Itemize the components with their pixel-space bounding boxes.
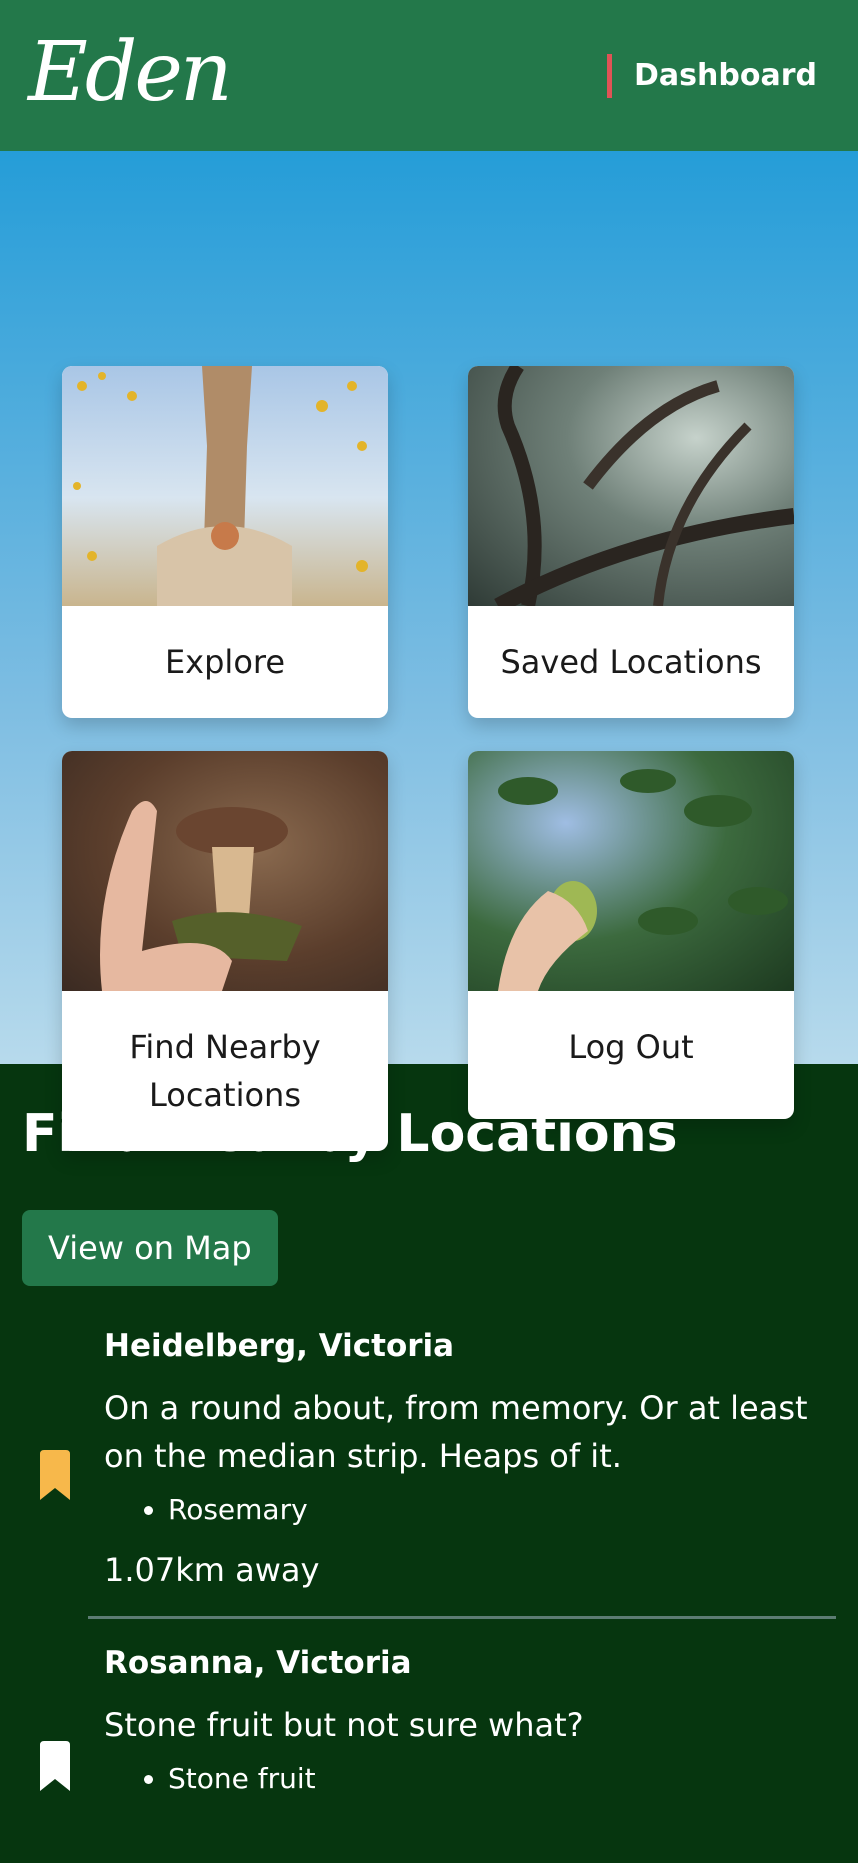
location-tag: Rosemary xyxy=(168,1490,836,1530)
dashboard-nav-link[interactable]: Dashboard xyxy=(607,53,817,98)
location-tags: Stone fruit xyxy=(104,1759,836,1799)
nav-accent-bar xyxy=(607,53,613,98)
dashboard-grid: Explore Saved Locations Find Nearby Loca… xyxy=(0,151,858,1151)
location-name: Heidelberg, Victoria xyxy=(104,1328,455,1364)
explore-card[interactable]: Explore xyxy=(62,366,388,718)
location-item[interactable]: Heidelberg, Victoria On a round about, f… xyxy=(22,1324,836,1616)
explore-image xyxy=(62,366,388,606)
location-distance: 1.07km away xyxy=(104,1551,320,1589)
nearby-section: Find Nearby Locations View on Map Heidel… xyxy=(0,1064,858,1799)
location-item[interactable]: Rosanna, Victoria Stone fruit but not su… xyxy=(22,1641,836,1799)
nearby-title: Find Nearby Locations xyxy=(22,1104,678,1164)
location-divider xyxy=(88,1616,836,1619)
bookmark-icon[interactable] xyxy=(38,1741,72,1791)
location-tag: Stone fruit xyxy=(168,1759,836,1799)
log-out-image xyxy=(468,751,794,991)
location-tags: Rosemary xyxy=(104,1490,836,1530)
location-name: Rosanna, Victoria xyxy=(104,1645,412,1681)
location-description: Stone fruit but not sure what? xyxy=(104,1706,584,1744)
view-on-map-button[interactable]: View on Map xyxy=(22,1210,278,1286)
saved-locations-image xyxy=(468,366,794,606)
app-header: Eden Dashboard xyxy=(0,0,858,151)
explore-label: Explore xyxy=(164,643,286,681)
location-description: On a round about, from memory. Or at lea… xyxy=(104,1389,808,1475)
saved-locations-card[interactable]: Saved Locations xyxy=(468,366,794,718)
saved-locations-label: Saved Locations xyxy=(500,643,762,681)
bookmark-filled-icon[interactable] xyxy=(38,1450,72,1500)
find-nearby-image xyxy=(62,751,388,991)
logo[interactable]: Eden xyxy=(28,31,233,114)
dashboard-label: Dashboard xyxy=(634,58,817,93)
